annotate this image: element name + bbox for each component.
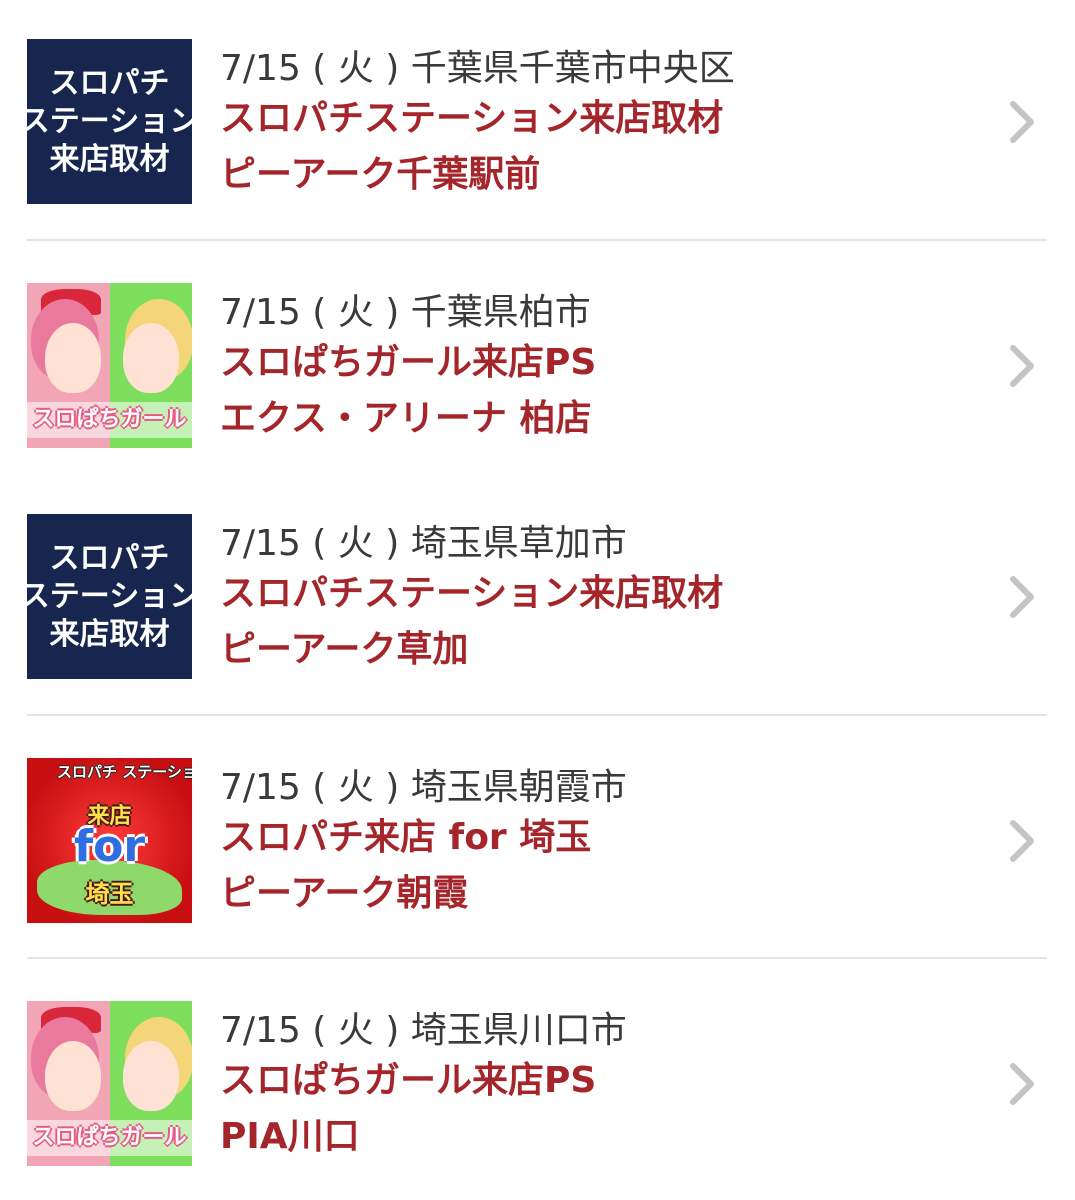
thumbnail-character xyxy=(45,1041,101,1111)
event-row[interactable]: スロぱちガール 7/15 ( 火 ) 埼玉県川口市 スロぱちガール来店PS PI… xyxy=(0,961,1075,1191)
event-text: 7/15 ( 火 ) 千葉県柏市 スロぱちガール来店PS エクス・アリーナ 柏店 xyxy=(220,291,985,447)
event-thumbnail: スロパチ ステーション 来店取材 xyxy=(27,39,192,204)
event-shop: ピーアーク朝霞 xyxy=(220,873,469,914)
thumbnail-text: for xyxy=(73,821,146,872)
event-shop: エクス・アリーナ 柏店 xyxy=(220,398,592,439)
chevron-right-icon xyxy=(1010,820,1034,862)
thumbnail-hat xyxy=(41,289,101,315)
event-text: 7/15 ( 火 ) 埼玉県草加市 スロパチステーション来店取材 ピーアーク草加 xyxy=(220,522,985,678)
event-shop: ピーアーク草加 xyxy=(220,629,469,670)
event-thumbnail: スロパチ ステーション 来店 for 埼玉 xyxy=(27,758,192,923)
event-text: 7/15 ( 火 ) 千葉県千葉市中央区 スロパチステーション来店取材 ピーアー… xyxy=(220,47,985,203)
chevron-right-icon xyxy=(1010,1063,1034,1105)
thumbnail-label: スロぱちガール xyxy=(27,402,192,438)
event-title: スロパチ来店 for 埼玉 xyxy=(220,817,592,858)
chevron-right-icon xyxy=(1010,345,1034,387)
event-row[interactable]: スロパチ ステーション 来店 for 埼玉 7/15 ( 火 ) 埼玉県朝霞市 … xyxy=(0,718,1075,948)
thumbnail-label: スロぱちガール xyxy=(27,1120,192,1156)
event-title: スロぱちガール来店PS xyxy=(220,1060,597,1101)
divider xyxy=(27,957,1047,959)
event-shop: ピーアーク千葉駅前 xyxy=(220,154,541,195)
event-date-location: 7/15 ( 火 ) 埼玉県朝霞市 xyxy=(220,767,627,808)
event-title: スロパチステーション来店取材 xyxy=(220,98,724,139)
thumbnail-text: 来店取材 xyxy=(49,141,170,177)
event-title: スロぱちガール来店PS xyxy=(220,342,597,383)
thumbnail-text: ステーション xyxy=(27,578,192,614)
event-date-location: 7/15 ( 火 ) 埼玉県川口市 xyxy=(220,1010,627,1051)
event-date-location: 7/15 ( 火 ) 千葉県千葉市中央区 xyxy=(220,48,735,89)
event-row[interactable]: スロパチ ステーション 来店取材 7/15 ( 火 ) 千葉県千葉市中央区 スロ… xyxy=(0,0,1075,230)
thumbnail-character xyxy=(123,1041,179,1111)
thumbnail-character xyxy=(45,323,101,393)
thumbnail-text: スロパチ ステーション xyxy=(57,763,192,781)
event-date-location: 7/15 ( 火 ) 千葉県柏市 xyxy=(220,292,591,333)
divider xyxy=(27,714,1047,716)
event-row[interactable]: スロぱちガール 7/15 ( 火 ) 千葉県柏市 スロぱちガール来店PS エクス… xyxy=(0,243,1075,473)
thumbnail-text: 埼玉 xyxy=(85,880,134,908)
thumbnail-text: スロパチ xyxy=(49,65,170,101)
event-text: 7/15 ( 火 ) 埼玉県川口市 スロぱちガール来店PS PIA川口 xyxy=(220,1009,985,1165)
event-text: 7/15 ( 火 ) 埼玉県朝霞市 スロパチ来店 for 埼玉 ピーアーク朝霞 xyxy=(220,766,985,922)
chevron-right-icon xyxy=(1010,101,1034,143)
thumbnail-character xyxy=(123,323,179,393)
thumbnail-text: ステーション xyxy=(27,103,192,139)
thumbnail-hat xyxy=(41,1007,101,1033)
event-thumbnail: スロパチ ステーション 来店取材 xyxy=(27,514,192,679)
event-thumbnail: スロぱちガール xyxy=(27,1001,192,1166)
event-title: スロパチステーション来店取材 xyxy=(220,573,724,614)
thumbnail-text: 来店取材 xyxy=(49,616,170,652)
divider xyxy=(27,239,1047,241)
thumbnail-text: スロパチ xyxy=(49,540,170,576)
event-shop: PIA川口 xyxy=(220,1116,360,1157)
chevron-right-icon xyxy=(1010,576,1034,618)
event-date-location: 7/15 ( 火 ) 埼玉県草加市 xyxy=(220,523,627,564)
event-thumbnail: スロぱちガール xyxy=(27,283,192,448)
event-row[interactable]: スロパチ ステーション 来店取材 7/15 ( 火 ) 埼玉県草加市 スロパチス… xyxy=(0,475,1075,705)
